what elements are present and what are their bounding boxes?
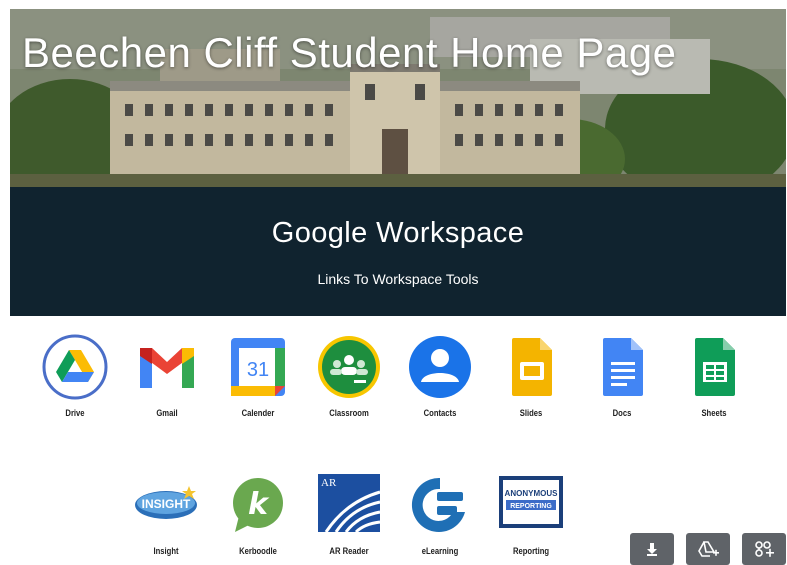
- app-label: Reporting: [512, 546, 550, 556]
- svg-text:AR: AR: [321, 477, 337, 489]
- app-label: Gmail: [156, 408, 178, 418]
- app-tile-gmail[interactable]: Gmail: [127, 334, 207, 418]
- app-label: AR Reader: [329, 546, 369, 556]
- app-label: Calender: [241, 408, 275, 418]
- app-label: eLearning: [421, 546, 459, 556]
- app-tile-classroom[interactable]: Classroom: [309, 334, 389, 418]
- app-tile-contacts[interactable]: Contacts: [400, 334, 480, 418]
- app-label: Sheets: [701, 408, 727, 418]
- google-drive-icon: [42, 334, 108, 400]
- workspace-header-section: Google Workspace Links To Workspace Tool…: [10, 187, 786, 316]
- section-title: Google Workspace: [271, 217, 525, 249]
- hero-banner: Beechen Cliff Student Home Page: [10, 9, 786, 187]
- google-slides-icon: [512, 338, 552, 396]
- app-label: Classroom: [329, 408, 369, 418]
- section-subtitle: Links To Workspace Tools: [317, 271, 479, 287]
- google-sheets-icon: [695, 338, 735, 396]
- app-tile-elearning[interactable]: eLearning: [400, 472, 480, 556]
- app-tile-docs[interactable]: Docs: [582, 334, 662, 418]
- app-tile-drive[interactable]: Drive: [35, 334, 115, 418]
- app-label: Drive: [65, 408, 85, 418]
- add-shortcut-button[interactable]: [742, 533, 786, 565]
- add-to-drive-icon: [698, 541, 719, 557]
- app-tile-kerboodle[interactable]: k Kerboodle: [218, 472, 298, 556]
- accelerated-reader-icon: AR: [318, 474, 381, 534]
- add-shortcut-icon: [755, 541, 774, 557]
- app-tile-reporting[interactable]: ANONYMOUS REPORTING Reporting: [491, 472, 571, 556]
- app-tile-slides[interactable]: Slides: [491, 334, 571, 418]
- app-label: Docs: [612, 408, 632, 418]
- app-label: Insight: [153, 546, 179, 556]
- svg-text:k: k: [248, 487, 270, 522]
- google-docs-icon: [603, 338, 643, 396]
- elearning-icon: [411, 477, 465, 532]
- page-title: Beechen Cliff Student Home Page: [22, 29, 677, 76]
- app-label: Contacts: [423, 408, 457, 418]
- google-calendar-icon: 31: [231, 338, 285, 396]
- app-tile-ar-reader[interactable]: AR AR Reader: [309, 472, 389, 556]
- app-tile-insight[interactable]: INSIGHT Insight: [126, 472, 206, 556]
- app-label: Kerboodle: [239, 546, 277, 556]
- app-label: Slides: [519, 408, 543, 418]
- download-button[interactable]: [630, 533, 674, 565]
- gmail-icon: [140, 348, 194, 388]
- anonymous-reporting-icon: ANONYMOUS REPORTING: [499, 476, 563, 528]
- kerboodle-icon: k: [233, 478, 283, 532]
- download-icon: [647, 543, 657, 556]
- svg-text:ANONYMOUS: ANONYMOUS: [505, 489, 559, 498]
- app-tile-calendar[interactable]: 31 Calender: [218, 334, 298, 418]
- svg-text:REPORTING: REPORTING: [510, 503, 552, 510]
- google-contacts-icon: [409, 336, 471, 398]
- svg-text:INSIGHT: INSIGHT: [142, 497, 191, 511]
- google-classroom-icon: [318, 336, 380, 398]
- insight-icon: INSIGHT: [135, 486, 197, 519]
- svg-text:31: 31: [247, 359, 269, 381]
- app-tile-sheets[interactable]: Sheets: [674, 334, 754, 418]
- add-to-drive-button[interactable]: [686, 533, 730, 565]
